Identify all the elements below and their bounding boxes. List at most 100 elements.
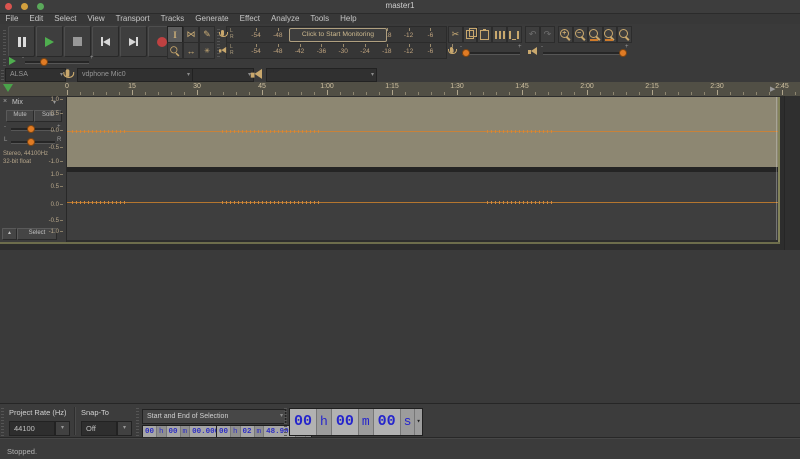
chevron-down-icon: ▾ xyxy=(371,69,374,81)
ruler-major-tick xyxy=(782,90,783,95)
menu-select[interactable]: Select xyxy=(49,14,82,24)
timeline-ruler[interactable]: ▶ 01530451:001:151:301:452:002:152:302:4… xyxy=(0,82,800,97)
timeshift-tool-button[interactable]: ↔ xyxy=(183,42,199,59)
toolbar-grip[interactable] xyxy=(3,57,6,66)
ruler-label: 1:15 xyxy=(385,83,399,90)
skip-end-icon xyxy=(129,38,136,46)
waveform-channel-right[interactable] xyxy=(67,172,778,240)
playback-meter[interactable]: L R -54-48-42-36-30-24-18-12-60 xyxy=(226,42,447,59)
close-track-icon[interactable]: × xyxy=(3,98,7,105)
playback-volume-slider[interactable] xyxy=(543,52,625,55)
zoom-tool-icon xyxy=(170,46,180,56)
recording-volume-thumb[interactable] xyxy=(462,49,470,57)
pause-icon xyxy=(18,37,21,47)
menu-effect[interactable]: Effect xyxy=(234,14,265,24)
stop-icon xyxy=(73,37,82,46)
ruler-label: 1:00 xyxy=(320,83,334,90)
toolbar-grip[interactable] xyxy=(1,70,4,80)
draw-tool-button[interactable]: ✎ xyxy=(199,26,215,43)
fit-selection-button[interactable] xyxy=(588,26,603,43)
menu-tracks[interactable]: Tracks xyxy=(155,14,190,24)
mute-button[interactable]: Mute xyxy=(6,110,34,122)
tools-toolbar: I ⋈ ✎ ↔ ✳ xyxy=(167,26,214,58)
redo-icon: ↷ xyxy=(544,29,552,40)
multi-tool-button[interactable]: ✳ xyxy=(199,42,215,59)
menu-tools[interactable]: Tools xyxy=(305,14,335,24)
toolbar-grip[interactable] xyxy=(3,28,6,55)
ruler-label: 2:45 xyxy=(775,83,789,90)
waveform-channel-left[interactable] xyxy=(67,97,778,167)
toolbar-grip[interactable] xyxy=(1,406,4,436)
waveform-blips xyxy=(72,130,127,133)
scale-label: -0.5 xyxy=(49,145,63,152)
project-rate-select[interactable]: 44100 xyxy=(9,421,55,436)
cut-button[interactable]: ✂ xyxy=(448,26,463,43)
toolbar-grip[interactable] xyxy=(136,406,139,436)
waveform-blips xyxy=(222,130,322,133)
recording-device-select[interactable]: vdphone Mic0▾ xyxy=(77,68,193,82)
recording-meter[interactable]: L R -54-48-42-36-30-24-18-12-60 Click to… xyxy=(226,26,447,43)
recording-volume-slider[interactable] xyxy=(462,52,520,55)
menu-file[interactable]: File xyxy=(0,14,24,24)
snap-to-select[interactable]: Off xyxy=(81,421,117,436)
track-name[interactable]: Mix xyxy=(12,99,23,106)
menu-help[interactable]: Help xyxy=(335,14,362,24)
zoom-in-button[interactable]: + xyxy=(558,26,573,43)
silence-audio-button[interactable] xyxy=(507,26,522,43)
play-position-marker[interactable] xyxy=(3,84,13,92)
trim-audio-button[interactable] xyxy=(492,26,507,43)
gain-thumb[interactable] xyxy=(27,125,35,133)
meter-scale-tick xyxy=(343,44,344,47)
playback-volume-thumb[interactable] xyxy=(619,49,627,57)
pause-button[interactable] xyxy=(8,26,35,57)
slider-min-label: - xyxy=(22,55,24,61)
play-at-speed-icon[interactable] xyxy=(9,57,16,65)
menu-edit[interactable]: Edit xyxy=(24,14,49,24)
snap-to-arrow[interactable]: ▾ xyxy=(117,421,132,436)
undo-button[interactable]: ↶ xyxy=(525,26,540,43)
play-speed-slider[interactable] xyxy=(25,61,89,64)
playback-device-select[interactable]: ▾ xyxy=(266,68,377,82)
project-rate-arrow[interactable]: ▾ xyxy=(55,421,70,436)
skip-to-end-button[interactable] xyxy=(120,26,147,57)
ruler-major-tick xyxy=(717,90,718,95)
vertical-scrollbar[interactable] xyxy=(784,96,800,250)
menu-view[interactable]: View xyxy=(82,14,110,24)
stop-button[interactable] xyxy=(64,26,91,57)
selection-tool-button[interactable]: I xyxy=(167,26,183,43)
ruler-major-tick xyxy=(262,90,263,95)
envelope-tool-button[interactable]: ⋈ xyxy=(183,26,199,43)
audio-host-select[interactable]: ALSA▾ xyxy=(5,68,66,82)
zoom-toggle-button[interactable] xyxy=(617,26,632,43)
meter-scale-label: -54 xyxy=(251,32,260,39)
paste-button[interactable] xyxy=(477,26,492,43)
fit-project-button[interactable] xyxy=(603,26,618,43)
scale-label: 1.0 xyxy=(51,172,63,179)
transport-toolbar xyxy=(2,26,166,57)
ruler-label: 30 xyxy=(193,83,201,90)
menu-generate[interactable]: Generate xyxy=(190,14,234,24)
start-monitoring-button[interactable]: Click to Start Monitoring xyxy=(289,28,387,42)
audio-position-field[interactable]: 00h 00m 00s ▾ xyxy=(289,408,423,436)
chevron-down-icon[interactable]: ▾ xyxy=(415,409,421,435)
collapse-track-button[interactable]: ▲ xyxy=(2,228,17,240)
menu-analyze[interactable]: Analyze xyxy=(265,14,304,24)
clip-end-line xyxy=(776,97,777,240)
menu-bar: File Edit Select View Transport Tracks G… xyxy=(0,14,800,24)
skip-to-start-button[interactable] xyxy=(92,26,119,57)
pan-thumb[interactable] xyxy=(27,138,35,146)
copy-button[interactable] xyxy=(463,26,478,43)
redo-button[interactable]: ↷ xyxy=(540,26,555,43)
play-speed-thumb[interactable] xyxy=(40,58,48,66)
selection-mode-select[interactable]: Start and End of Selection▾ xyxy=(142,409,286,424)
play-button[interactable] xyxy=(36,26,63,57)
fit-project-icon xyxy=(604,29,616,41)
meter-scale-label: -48 xyxy=(273,48,282,55)
recording-channels-select[interactable]: ▾ xyxy=(192,68,254,82)
scale-label: 0.5 xyxy=(51,111,63,118)
zoom-out-button[interactable]: − xyxy=(573,26,588,43)
menu-transport[interactable]: Transport xyxy=(110,14,155,24)
toolbar-grip[interactable] xyxy=(284,406,287,436)
meter-scale-label: -36 xyxy=(317,48,326,55)
zoom-tool-button[interactable] xyxy=(167,42,183,59)
